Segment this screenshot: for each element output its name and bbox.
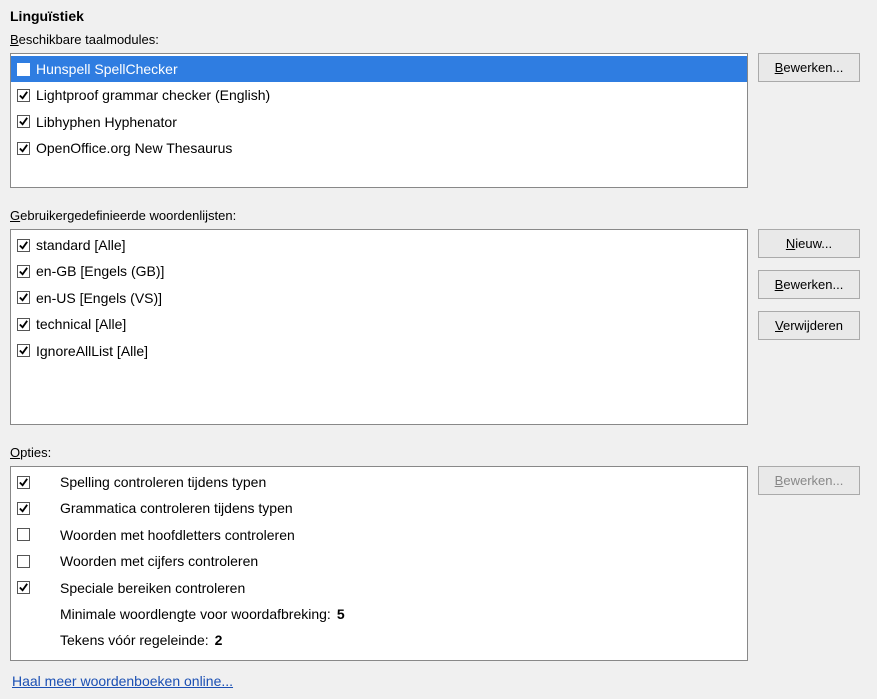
list-item-label: technical [Alle] — [36, 313, 126, 335]
list-item[interactable]: Spelling controleren tijdens typen — [11, 469, 747, 495]
list-item[interactable]: Speciale bereiken controleren — [11, 575, 747, 601]
list-item[interactable]: Hunspell SpellChecker — [11, 56, 747, 82]
list-item[interactable]: Woorden met cijfers controleren — [11, 548, 747, 574]
list-item-label: Speciale bereiken controleren — [36, 577, 245, 599]
list-item-label: en-GB [Engels (GB)] — [36, 260, 164, 282]
page-title: Linguïstiek — [10, 8, 867, 24]
checkbox-icon[interactable] — [17, 89, 30, 102]
list-item-label: OpenOffice.org New Thesaurus — [36, 137, 232, 159]
list-item[interactable]: Grammatica controleren tijdens typen — [11, 495, 747, 521]
list-item[interactable]: en-US [Engels (VS)] — [11, 285, 747, 311]
options-edit-button[interactable]: Bewerken... — [758, 466, 860, 495]
list-item-label: Libhyphen Hyphenator — [36, 111, 177, 133]
list-item[interactable]: Tekens na regeleinde:2 — [11, 654, 747, 661]
list-item[interactable]: Lightproof grammar checker (English) — [11, 82, 747, 108]
list-item-label: IgnoreAllList [Alle] — [36, 340, 148, 362]
list-item[interactable]: technical [Alle] — [11, 311, 747, 337]
list-item[interactable]: IgnoreAllList [Alle] — [11, 338, 747, 364]
options-listbox[interactable]: Spelling controleren tijdens typen Gramm… — [10, 466, 748, 661]
list-item[interactable]: OpenOffice.org New Thesaurus — [11, 135, 747, 161]
checkbox-icon[interactable] — [17, 142, 30, 155]
dicts-new-button[interactable]: Nieuw... — [758, 229, 860, 258]
list-item-label: Hunspell SpellChecker — [36, 58, 178, 80]
checkbox-icon[interactable] — [17, 476, 30, 489]
modules-label: Beschikbare taalmodules: — [10, 32, 867, 47]
modules-edit-button[interactable]: Bewerken... — [758, 53, 860, 82]
list-item-label: en-US [Engels (VS)] — [36, 287, 162, 309]
more-dicts-link[interactable]: Haal meer woordenboeken online... — [12, 673, 233, 689]
checkbox-icon[interactable] — [17, 291, 30, 304]
dicts-edit-button[interactable]: Bewerken... — [758, 270, 860, 299]
checkbox-icon[interactable] — [17, 265, 30, 278]
checkbox-icon[interactable] — [17, 63, 30, 76]
dicts-listbox[interactable]: standard [Alle] en-GB [Engels (GB)] en-U… — [10, 229, 748, 425]
list-item-label: Spelling controleren tijdens typen — [36, 471, 266, 493]
checkbox-icon[interactable] — [17, 239, 30, 252]
list-item[interactable]: Tekens vóór regeleinde:2 — [11, 627, 747, 653]
list-item-label: Grammatica controleren tijdens typen — [36, 497, 293, 519]
dicts-delete-button[interactable]: Verwijderen — [758, 311, 860, 340]
checkbox-icon[interactable] — [17, 528, 30, 541]
list-item[interactable]: standard [Alle] — [11, 232, 747, 258]
list-item-label: Woorden met hoofdletters controleren — [36, 524, 295, 546]
checkbox-icon[interactable] — [17, 555, 30, 568]
checkbox-icon[interactable] — [17, 581, 30, 594]
checkbox-icon[interactable] — [17, 115, 30, 128]
dicts-label: Gebruikergedefinieerde woordenlijsten: — [10, 208, 867, 223]
list-item[interactable]: Woorden met hoofdletters controleren — [11, 522, 747, 548]
option-value-label: Tekens na regeleinde:2 — [36, 656, 211, 661]
list-item-label: standard [Alle] — [36, 234, 126, 256]
list-item[interactable]: en-GB [Engels (GB)] — [11, 258, 747, 284]
list-item-label: Lightproof grammar checker (English) — [36, 84, 270, 106]
option-value-label: Tekens vóór regeleinde:2 — [36, 629, 222, 651]
checkbox-icon[interactable] — [17, 502, 30, 515]
checkbox-icon[interactable] — [17, 344, 30, 357]
list-item[interactable]: Libhyphen Hyphenator — [11, 109, 747, 135]
list-item-label: Woorden met cijfers controleren — [36, 550, 258, 572]
modules-listbox[interactable]: Hunspell SpellChecker Lightproof grammar… — [10, 53, 748, 188]
checkbox-icon[interactable] — [17, 318, 30, 331]
option-value-label: Minimale woordlengte voor woordafbreking… — [36, 603, 345, 625]
list-item[interactable]: Minimale woordlengte voor woordafbreking… — [11, 601, 747, 627]
options-label: Opties: — [10, 445, 867, 460]
